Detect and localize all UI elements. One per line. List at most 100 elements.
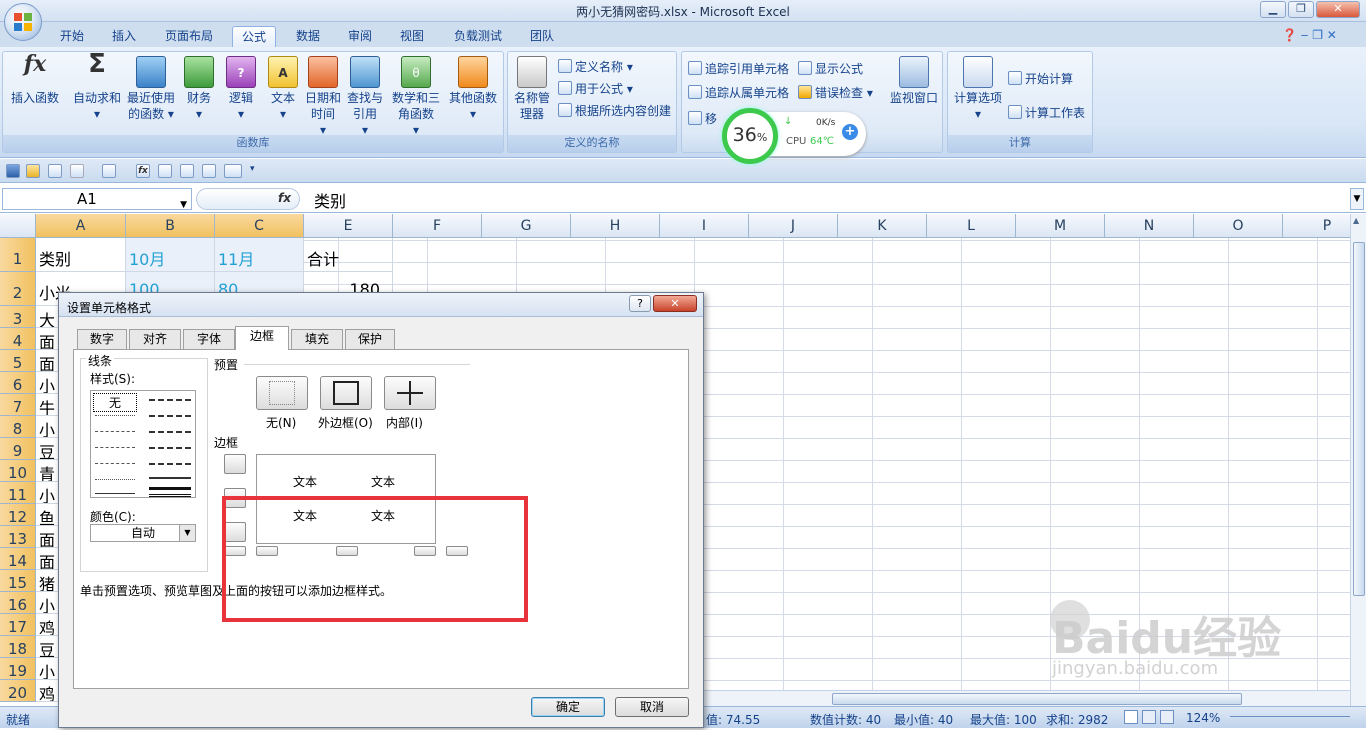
tab-number[interactable]: 数字 bbox=[77, 329, 127, 349]
row-header[interactable]: 5 bbox=[0, 350, 36, 372]
datetime-button[interactable]: 日期和时间▾ bbox=[303, 56, 343, 138]
row-header[interactable]: 1 bbox=[0, 238, 36, 272]
horizontal-scrollbar[interactable] bbox=[704, 690, 1350, 706]
ok-button[interactable]: 确定 bbox=[531, 697, 605, 717]
tab-page-layout[interactable]: 页面布局 bbox=[158, 26, 220, 47]
row-header[interactable]: 2 bbox=[0, 272, 36, 306]
scroll-thumb[interactable] bbox=[1353, 242, 1365, 596]
preset-none-button[interactable] bbox=[256, 376, 308, 410]
row-header[interactable]: 18 bbox=[0, 636, 36, 658]
line-style-option[interactable] bbox=[149, 415, 191, 417]
row-header[interactable]: 4 bbox=[0, 328, 36, 350]
column-header[interactable]: J bbox=[749, 214, 838, 238]
logical-button[interactable]: ? 逻辑 ▾ bbox=[223, 56, 259, 122]
name-manager-button[interactable]: 名称管理器 bbox=[512, 56, 552, 122]
tab-insert[interactable]: 插入 bbox=[104, 26, 144, 47]
row-header[interactable]: 16 bbox=[0, 592, 36, 614]
row-header[interactable]: 3 bbox=[0, 306, 36, 328]
cell-E1[interactable]: 合计 bbox=[304, 238, 393, 272]
cancel-button[interactable]: 取消 bbox=[615, 697, 689, 717]
line-style-option[interactable] bbox=[149, 399, 191, 401]
customize-qat-icon[interactable]: ▾ bbox=[250, 164, 264, 178]
row-header[interactable]: 9 bbox=[0, 438, 36, 460]
insert-function-box[interactable]: fx bbox=[196, 188, 300, 210]
line-style-option[interactable] bbox=[95, 493, 135, 494]
watch-window-button[interactable]: 监视窗口 bbox=[888, 56, 940, 106]
normal-view-icon[interactable] bbox=[1124, 710, 1138, 724]
row-header[interactable]: 14 bbox=[0, 548, 36, 570]
tab-data[interactable]: 数据 bbox=[288, 26, 328, 47]
dialog-title-bar[interactable]: 设置单元格格式 ? ✕ bbox=[59, 293, 703, 317]
tab-review[interactable]: 审阅 bbox=[340, 26, 380, 47]
tab-fill[interactable]: 填充 bbox=[291, 329, 343, 349]
row-header[interactable]: 19 bbox=[0, 658, 36, 680]
show-formulas-button[interactable]: 显示公式 bbox=[798, 60, 863, 78]
tab-protection[interactable]: 保护 bbox=[345, 329, 395, 349]
line-style-option[interactable] bbox=[95, 431, 135, 432]
column-header[interactable]: P bbox=[1283, 214, 1350, 238]
lookup-button[interactable]: 查找与引用▾ bbox=[345, 56, 385, 138]
trace-dependents-button[interactable]: 追踪从属单元格 bbox=[688, 84, 789, 102]
cell-A1[interactable]: 类别 bbox=[36, 238, 126, 272]
minimize-button[interactable]: ▁ bbox=[1260, 1, 1286, 18]
name-box[interactable]: A1 ▼ bbox=[2, 188, 192, 210]
tab-home[interactable]: 开始 bbox=[52, 26, 92, 47]
column-header[interactable]: B bbox=[126, 214, 215, 238]
line-style-option[interactable] bbox=[149, 463, 191, 465]
financial-button[interactable]: 财务 ▾ bbox=[181, 56, 217, 122]
save-icon[interactable] bbox=[6, 164, 20, 178]
line-style-none[interactable]: 无 bbox=[93, 393, 137, 412]
row-header[interactable]: 13 bbox=[0, 526, 36, 548]
calc-options-button[interactable]: 计算选项 ▾ bbox=[952, 56, 1004, 122]
line-style-option[interactable] bbox=[149, 477, 191, 479]
print-preview-icon[interactable] bbox=[48, 164, 62, 178]
chevron-down-icon[interactable]: ▼ bbox=[179, 525, 195, 541]
tab-team[interactable]: 团队 bbox=[522, 26, 562, 47]
row-header[interactable]: 7 bbox=[0, 394, 36, 416]
top-border-button[interactable] bbox=[224, 454, 246, 474]
scroll-thumb[interactable] bbox=[832, 693, 1242, 705]
column-header[interactable]: K bbox=[838, 214, 927, 238]
close-window-button[interactable]: ✕ bbox=[1316, 1, 1360, 18]
column-header[interactable]: I bbox=[660, 214, 749, 238]
math-button[interactable]: θ 数学和三角函数▾ bbox=[389, 56, 443, 138]
remove-arrows-button[interactable]: 移 bbox=[688, 110, 717, 128]
tab-font[interactable]: 字体 bbox=[183, 329, 235, 349]
column-header[interactable]: L bbox=[927, 214, 1016, 238]
column-header[interactable]: O bbox=[1194, 214, 1283, 238]
dialog-help-icon[interactable]: ? bbox=[629, 295, 651, 312]
row-header[interactable]: 10 bbox=[0, 460, 36, 482]
formula-input[interactable]: 类别 bbox=[314, 188, 346, 212]
calc-sheet-button[interactable]: 计算工作表 bbox=[1008, 104, 1085, 122]
tab-border[interactable]: 边框 bbox=[235, 326, 289, 350]
column-header[interactable]: G bbox=[482, 214, 571, 238]
line-style-option[interactable] bbox=[95, 415, 135, 416]
column-header[interactable]: F bbox=[393, 214, 482, 238]
scroll-up-icon[interactable]: ▲ bbox=[1353, 216, 1359, 225]
table-grid-icon[interactable] bbox=[158, 164, 172, 178]
open-folder-icon[interactable] bbox=[26, 164, 40, 178]
zoom-level[interactable]: 124% bbox=[1186, 711, 1220, 725]
tab-formulas[interactable]: 公式 bbox=[232, 26, 276, 47]
row-header[interactable]: 11 bbox=[0, 482, 36, 504]
border-draw-icon[interactable] bbox=[102, 164, 116, 178]
preset-inside-button[interactable] bbox=[384, 376, 436, 410]
row-header[interactable]: 8 bbox=[0, 416, 36, 438]
cell-B1[interactable]: 10月 bbox=[126, 238, 215, 272]
other-functions-button[interactable]: 其他函数 ▾ bbox=[445, 56, 501, 122]
dialog-close-icon[interactable]: ✕ bbox=[653, 295, 697, 312]
vertical-scrollbar[interactable]: ▲ bbox=[1350, 214, 1366, 706]
preset-outline-button[interactable] bbox=[320, 376, 372, 410]
line-style-list[interactable]: 无 bbox=[90, 390, 196, 498]
row-header[interactable]: 12 bbox=[0, 504, 36, 526]
error-check-button[interactable]: 错误检查 ▾ bbox=[798, 84, 873, 102]
column-header[interactable]: M bbox=[1016, 214, 1105, 238]
plus-icon[interactable]: + bbox=[842, 124, 858, 140]
grid-lines-icon[interactable] bbox=[180, 164, 194, 178]
select-all-corner[interactable] bbox=[0, 214, 36, 238]
office-button[interactable] bbox=[4, 3, 42, 41]
row-header[interactable]: 20 bbox=[0, 680, 36, 702]
column-header[interactable]: A bbox=[36, 214, 126, 238]
row-header[interactable]: 15 bbox=[0, 570, 36, 592]
tab-alignment[interactable]: 对齐 bbox=[129, 329, 181, 349]
